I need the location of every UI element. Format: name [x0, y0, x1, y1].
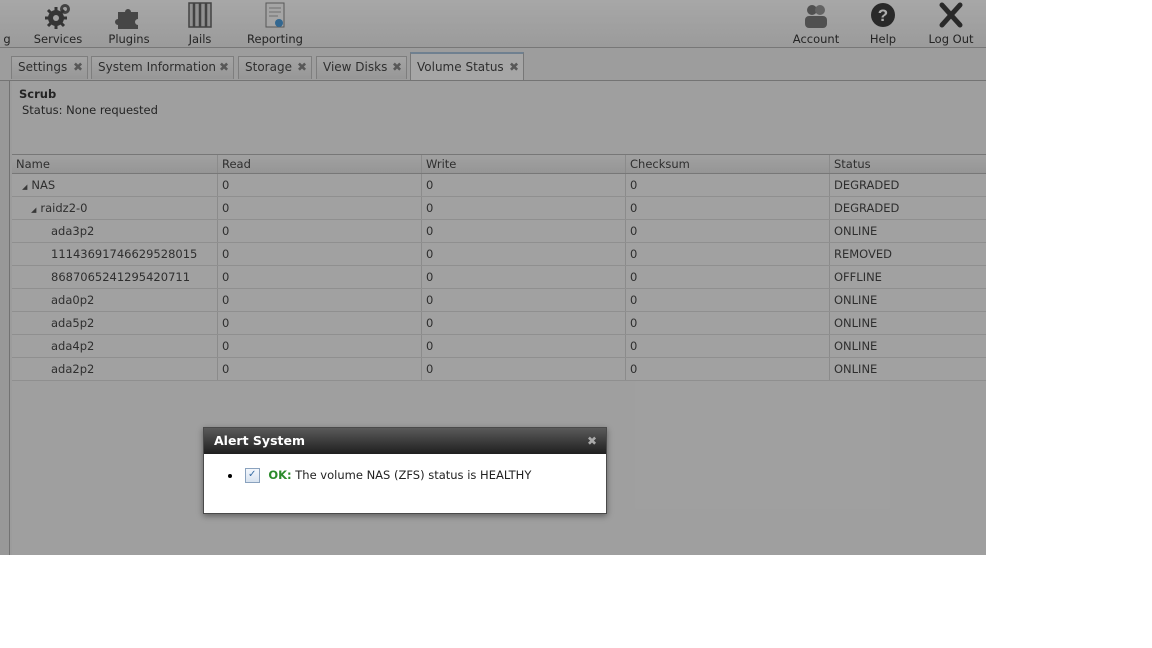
alert-message: The volume NAS (ZFS) status is HEALTHY [295, 468, 532, 482]
dialog-titlebar[interactable]: Alert System ✖ [204, 428, 606, 454]
checkbox-icon[interactable]: ✓ [244, 468, 260, 483]
alert-system-dialog: Alert System ✖ ✓ OK: The volume NAS (ZFS… [203, 427, 607, 514]
list-bullet [228, 473, 232, 478]
dialog-title: Alert System [214, 433, 305, 448]
dialog-body: ✓ OK: The volume NAS (ZFS) status is HEA… [204, 454, 606, 483]
app-window: g Services Plugins Jails Reporting Accou… [0, 0, 986, 555]
alert-level: OK: [268, 468, 292, 482]
close-icon[interactable]: ✖ [587, 428, 597, 454]
